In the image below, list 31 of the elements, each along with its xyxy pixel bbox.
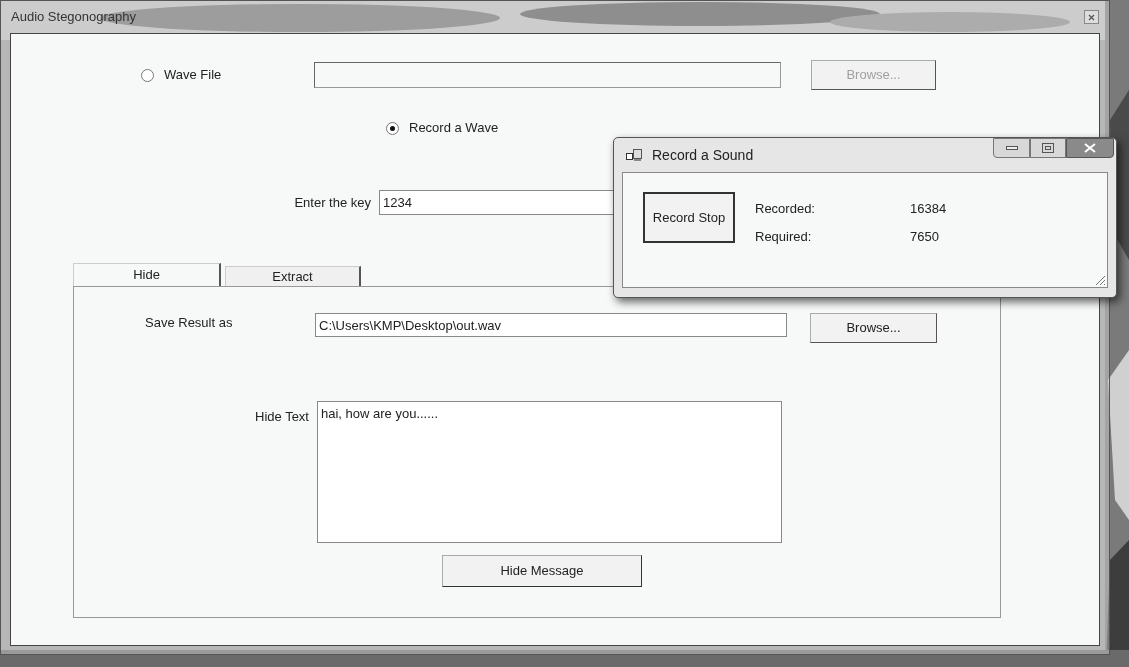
close-icon [1084, 143, 1096, 153]
window-icon [626, 148, 642, 162]
key-label: Enter the key [293, 193, 372, 212]
stat-value: 16384 [910, 200, 947, 218]
browse-button[interactable]: Browse... [810, 313, 937, 343]
close-button[interactable] [1066, 138, 1114, 158]
maximize-button[interactable] [1030, 138, 1066, 158]
wave-file-field[interactable] [314, 62, 781, 88]
record-stop-button[interactable]: Record Stop [643, 192, 735, 243]
maximize-icon [1042, 143, 1054, 153]
close-button[interactable] [1084, 10, 1099, 24]
resize-grip-icon [1094, 274, 1106, 286]
hide-text-label: Hide Text [254, 408, 310, 426]
radio-button[interactable] [386, 121, 399, 135]
minimize-icon [1005, 146, 1018, 150]
radio-button[interactable] [141, 68, 154, 82]
tab[interactable]: Extract [225, 266, 361, 286]
close-icon [1088, 13, 1095, 21]
tab[interactable]: Hide [73, 263, 221, 286]
hide-message-button[interactable]: Hide Message [442, 555, 642, 587]
stat-value: 7650 [910, 227, 939, 246]
radio-label: Wave File [164, 66, 222, 85]
save-label: Save Result as [145, 314, 234, 332]
hide-text-field[interactable]: hai, how are you...... [317, 401, 782, 543]
save-path-field[interactable]: C:\Users\KMP\Desktop\out.wav [315, 313, 787, 337]
minimize-button[interactable] [993, 138, 1030, 158]
radio-label: Record a Wave [409, 119, 499, 138]
stat-label: Recorded: [755, 200, 816, 218]
stat-label: Required: [755, 227, 813, 246]
dialog-title: Record a Sound [652, 145, 754, 165]
window-title: Audio Stegonography [11, 8, 137, 27]
